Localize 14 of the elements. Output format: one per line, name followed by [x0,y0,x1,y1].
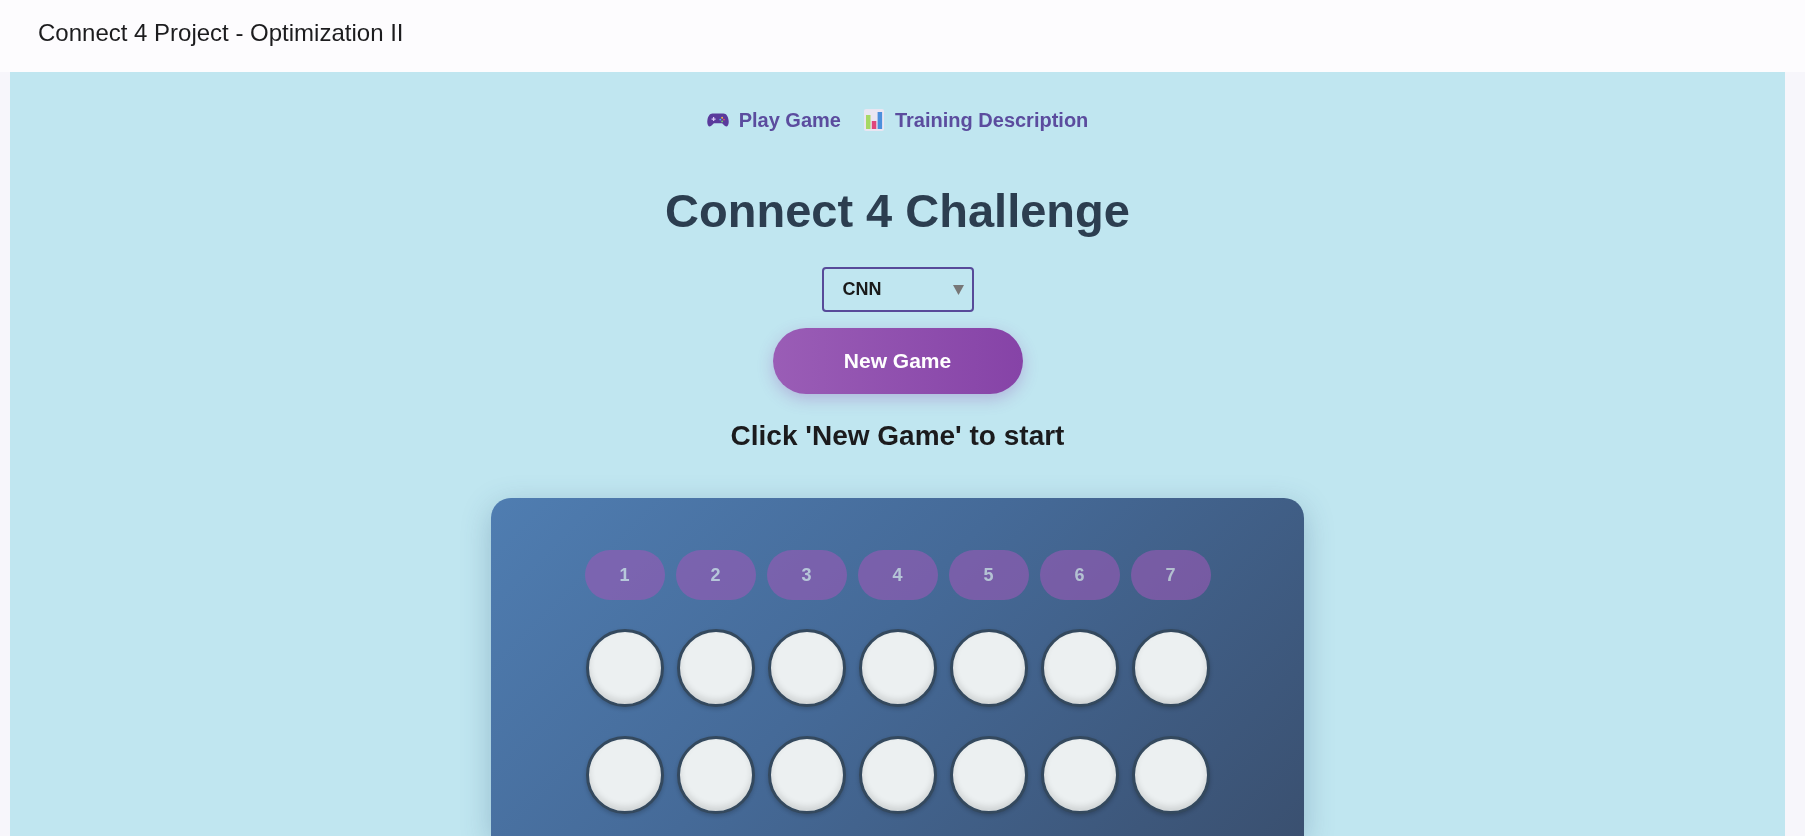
new-game-button[interactable]: New Game [772,328,1023,394]
nav-link[interactable]: Play Game [706,107,841,133]
disc-slot[interactable] [767,736,846,814]
disc-slot[interactable] [949,736,1028,814]
page-heading: Connect 4 Challenge [665,183,1130,239]
window-title: Connect 4 Project - Optimization II [38,19,404,47]
nav-link[interactable]: Training Description [862,107,1089,133]
model-select[interactable]: CNN [821,267,974,312]
bar-chart-icon [862,109,885,131]
disc-slot[interactable] [767,629,846,707]
disc-slot[interactable] [585,736,664,814]
disc-slot[interactable] [1131,629,1210,707]
game-status: Click 'New Game' to start [730,420,1065,452]
caret-icon [952,284,964,295]
